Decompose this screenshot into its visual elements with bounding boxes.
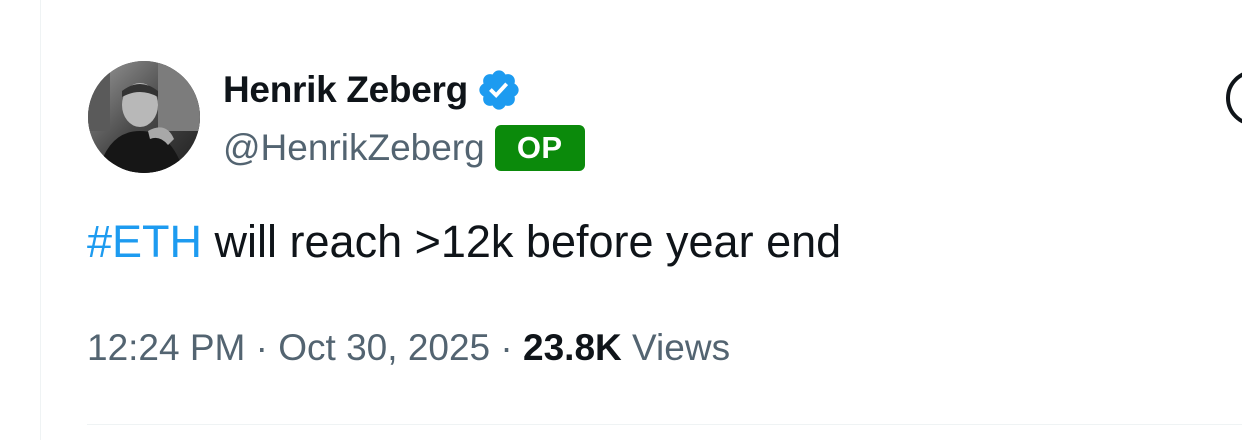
divider	[87, 424, 1242, 425]
tweet-text: #ETH will reach >12k before year end	[87, 216, 841, 268]
author-handle[interactable]: @HenrikZeberg	[223, 127, 485, 169]
tweet-time[interactable]: 12:24 PM	[87, 327, 245, 368]
views-label: Views	[621, 327, 731, 368]
tweet-body: will reach >12k before year end	[202, 216, 842, 267]
tweet[interactable]: Henrik Zeberg @HenrikZeberg OP #ETH will…	[41, 0, 1242, 440]
avatar[interactable]	[88, 61, 200, 173]
meta-separator: ·	[245, 327, 279, 368]
hashtag-link[interactable]: #ETH	[87, 216, 202, 267]
author-name-row[interactable]: Henrik Zeberg	[223, 66, 522, 114]
avatar-image	[88, 61, 200, 173]
verified-badge-icon[interactable]	[476, 67, 522, 113]
tweet-meta: 12:24 PM · Oct 30, 2025 · 23.8K Views	[87, 327, 730, 369]
more-options-button[interactable]	[1226, 70, 1242, 126]
meta-separator: ·	[490, 327, 524, 368]
tweet-date[interactable]: Oct 30, 2025	[278, 327, 490, 368]
views-count: 23.8K	[523, 327, 622, 368]
author-handle-row: @HenrikZeberg OP	[223, 122, 585, 174]
op-badge: OP	[494, 125, 585, 171]
author-display-name[interactable]: Henrik Zeberg	[223, 69, 468, 111]
